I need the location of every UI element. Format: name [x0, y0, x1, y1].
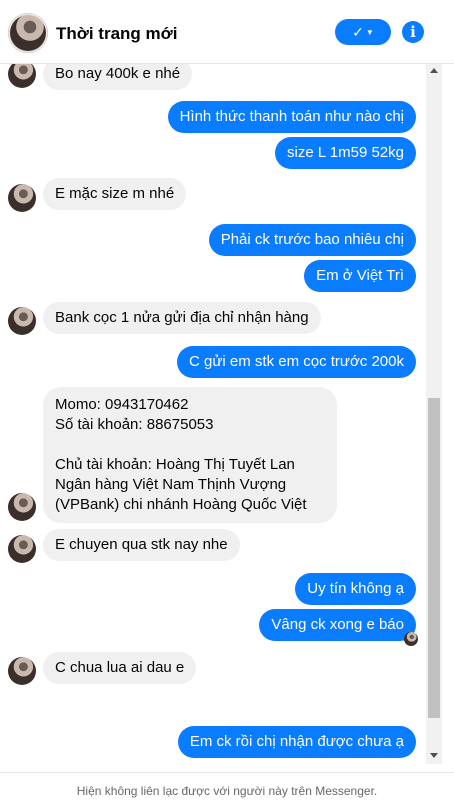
chevron-down-icon: ▼ [365, 27, 374, 37]
info-icon[interactable]: i [402, 21, 424, 43]
check-icon: ✓ [352, 23, 364, 40]
message-incoming: C chua lua ai dau e [43, 652, 197, 684]
contact-avatar-small [8, 184, 36, 212]
message-line: Momo: 0943170462 [55, 396, 189, 413]
message-line: Số tài khoản: 88675053 [55, 416, 214, 433]
message-incoming: Bank cọc 1 nửa gửi địa chỉ nhận hàng [43, 302, 321, 334]
message-outgoing: Uy tín không ạ [295, 573, 416, 605]
message-line [55, 435, 325, 455]
message-incoming: E chuyen qua stk nay nhe [43, 529, 240, 561]
scroll-down-arrow-icon[interactable] [430, 753, 438, 758]
contact-avatar[interactable] [8, 13, 48, 53]
unavailable-notice: Hiện không liên lạc được với người này t… [0, 772, 454, 809]
seen-indicator-avatar [404, 632, 418, 646]
message-outgoing: C gửi em stk em cọc trước 200k [177, 346, 416, 378]
contact-avatar-small [8, 535, 36, 563]
message-line: (VPBank) chi nhánh Hoàng Quốc Việt [55, 496, 307, 513]
message-list: Bo nay 400k e nhé Hình thức thanh toán n… [0, 64, 426, 764]
contact-avatar-small [8, 493, 36, 521]
message-outgoing: Vâng ck xong e báo [259, 609, 416, 641]
status-button[interactable]: ✓ ▼ [335, 19, 391, 45]
message-incoming-bank-details: Momo: 0943170462 Số tài khoản: 88675053 … [43, 387, 337, 523]
message-outgoing: Em ở Việt Trì [304, 260, 416, 292]
scroll-up-arrow-icon[interactable] [430, 68, 438, 73]
message-incoming: E mặc size m nhé [43, 178, 187, 210]
scrollbar-thumb[interactable] [428, 398, 440, 718]
conversation-header: Thời trang mới ✓ ▼ i [0, 0, 454, 64]
contact-avatar-small [8, 64, 36, 88]
contact-name[interactable]: Thời trang mới [56, 24, 177, 44]
message-line: Ngân hàng Việt Nam Thịnh Vượng [55, 476, 287, 493]
message-outgoing: Em ck rồi chị nhận được chưa ạ [177, 726, 416, 758]
contact-avatar-small [8, 307, 36, 335]
scrollbar[interactable] [426, 64, 442, 764]
message-line: Chủ tài khoản: Hoàng Thị Tuyết Lan [55, 456, 295, 473]
message-outgoing: size L 1m59 52kg [274, 137, 416, 169]
message-outgoing: Hình thức thanh toán như nào chị [167, 101, 416, 133]
message-incoming: Bo nay 400k e nhé [43, 64, 193, 90]
message-outgoing: Phải ck trước bao nhiêu chị [208, 224, 416, 256]
contact-avatar-small [8, 657, 36, 685]
